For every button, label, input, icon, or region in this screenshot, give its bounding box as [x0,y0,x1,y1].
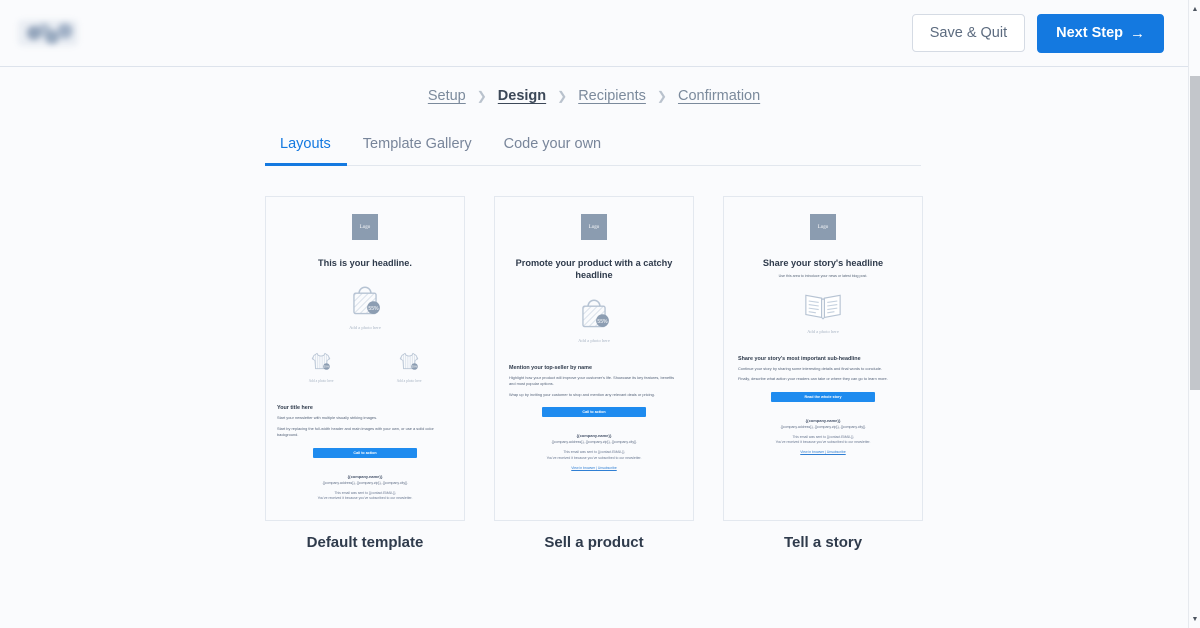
call-to-action-button[interactable]: Read the whole story [771,391,875,402]
photo-placeholder-label: Add a photo here [578,337,610,343]
footer-company-address: {{company.address}}, {{company.zip}}, {{… [322,480,408,485]
template-footer: {{company.name}} {{company.address}}, {{c… [506,433,682,470]
photo-placeholder[interactable]: 55% Add a photo here [396,351,422,384]
photo-placeholder-label: Add a photo here [396,379,422,384]
footer-sent-to: This email was sent to {{contact.EMAIL}} [563,450,625,455]
template-headline: Promote your product with a catchy headl… [515,258,673,281]
call-to-action-button[interactable]: Call to action [313,447,417,458]
template-card-title: Tell a story [783,534,863,551]
scroll-up-icon[interactable]: ▲ [1189,2,1200,16]
scrollbar-thumb[interactable] [1190,76,1200,390]
breadcrumb-separator-icon: ❯ [656,89,667,103]
footer-company-address: {{company.address}}, {{company.zip}}, {{… [780,424,866,429]
save-and-quit-label: Save & Quit [929,25,1008,41]
template-subheadline: Use this area to introduce your news or … [778,274,868,279]
template-card[interactable]: Logo Promote your product with a catchy h… [494,196,694,551]
footer-sent-to: This email was sent to {{contact.EMAIL}} [792,434,854,439]
hero-photo-placeholder[interactable]: Add a photo here [735,291,911,334]
template-body-paragraph: Continue your story by sharing some inte… [738,365,883,371]
arrow-right-icon: → [1130,24,1145,42]
template-headline: Share your story's headline [762,258,884,268]
page-scrollbar[interactable]: ▲ ▼ [1188,0,1200,628]
template-card[interactable]: Logo Share your story's headline Use this … [723,196,923,551]
template-card[interactable]: Logo This is your headline. 55% Add a photo… [265,196,465,551]
template-body-paragraph: Wrap up by inviting your customer to sho… [509,391,655,397]
tab-code-your-own[interactable]: Code your own [488,136,618,166]
svg-text:55%: 55% [412,365,418,369]
footer-company-name: {{company.name}} [347,473,383,479]
app-header: Save & Quit Next Step → [0,0,1188,67]
template-body-title: Your title here [277,405,313,412]
template-preview[interactable]: Logo Promote your product with a catchy h… [494,196,694,521]
template-footer: {{company.name}} {{company.address}}, {{c… [277,474,453,501]
template-body: Mention your top-seller by name Highlight… [506,364,682,418]
breadcrumb-separator-icon: ❯ [557,89,568,103]
photo-placeholder[interactable]: 55% Add a photo here [308,351,334,384]
template-body-paragraph: Finally, describe what action your reade… [738,376,888,382]
photo-placeholder-label: Add a photo here [349,325,381,331]
breadcrumb-step-confirmation[interactable]: Confirmation [678,88,760,104]
footer-links[interactable]: View in browser | Unsubscribe [506,466,682,470]
template-headline: This is your headline. [318,258,412,268]
svg-text:55%: 55% [368,306,379,312]
tshirt-icon: 55% [311,353,331,371]
template-card-title: Sell a product [544,534,644,551]
footer-company-name: {{company.name}} [805,417,841,423]
template-body-paragraph: Highlight how your product will improve … [509,374,675,387]
template-body: Your title here Start your newsletter wit… [277,405,453,458]
logo-placeholder: Logo [352,214,378,240]
hero-photo-placeholder[interactable]: 55% Add a photo here [506,296,682,343]
photo-placeholder-label: Add a photo here [308,379,334,384]
photo-placeholder-label: Add a photo here [807,328,839,334]
breadcrumb-separator-icon: ❯ [476,89,487,103]
footer-subscription-note: You've received it because you've subscr… [317,496,413,501]
call-to-action-button[interactable]: Call to action [542,407,646,418]
template-body-paragraph: Start by replacing the full-width header… [277,425,434,438]
template-body: Share your story's most important sub-he… [735,356,911,402]
shopping-bag-icon: 55% [353,286,380,315]
template-body-title: Share your story's most important sub-he… [738,355,861,362]
design-tabs: Layouts Template Gallery Code your own [265,136,921,166]
next-step-label: Next Step [1056,25,1123,41]
footer-sent-to: This email was sent to {{contact.EMAIL}} [334,490,396,495]
header-actions: Save & Quit Next Step → [911,13,1164,53]
open-book-icon [805,294,841,320]
footer-company-name: {{company.name}} [576,433,612,439]
template-body-title: Mention your top-seller by name [509,364,592,371]
hero-photo-placeholder[interactable]: 55% Add a photo here [277,283,453,330]
footer-company-address: {{company.address}}, {{company.zip}}, {{… [551,440,637,445]
save-and-quit-button[interactable]: Save & Quit [911,14,1026,52]
scroll-down-icon[interactable]: ▼ [1189,612,1200,626]
footer-links[interactable]: View in browser | Unsubscribe [735,450,911,454]
breadcrumb-step-recipients[interactable]: Recipients [578,88,646,104]
logo-image [18,20,78,46]
template-footer: {{company.name}} {{company.address}}, {{c… [735,418,911,455]
template-preview[interactable]: Logo This is your headline. 55% Add a photo… [265,196,465,521]
svg-text:55%: 55% [324,365,330,369]
template-preview[interactable]: Logo Share your story's headline Use this … [723,196,923,521]
shopping-bag-icon: 55% [582,299,609,328]
template-body-paragraph: Start your newsletter with multiple visu… [277,415,378,421]
tshirt-icon: 55% [399,353,419,371]
brand-logo[interactable] [18,20,78,46]
template-card-list: Logo This is your headline. 55% Add a photo… [265,196,923,551]
template-card-title: Default template [306,534,424,551]
breadcrumb: Setup ❯ Design ❯ Recipients ❯ Confirmati… [0,88,1188,104]
footer-subscription-note: You've received it because you've subscr… [546,455,642,460]
footer-subscription-note: You've received it because you've subscr… [775,440,871,445]
tab-template-gallery[interactable]: Template Gallery [347,136,488,166]
next-step-button[interactable]: Next Step → [1037,13,1164,53]
secondary-photo-row: 55% Add a photo here 55% Add a photo here [277,351,453,383]
breadcrumb-step-design[interactable]: Design [498,88,546,104]
breadcrumb-step-setup[interactable]: Setup [428,88,466,104]
tab-layouts[interactable]: Layouts [265,136,347,166]
logo-placeholder: Logo [810,214,836,240]
svg-text:55%: 55% [597,319,608,325]
logo-placeholder: Logo [581,214,607,240]
